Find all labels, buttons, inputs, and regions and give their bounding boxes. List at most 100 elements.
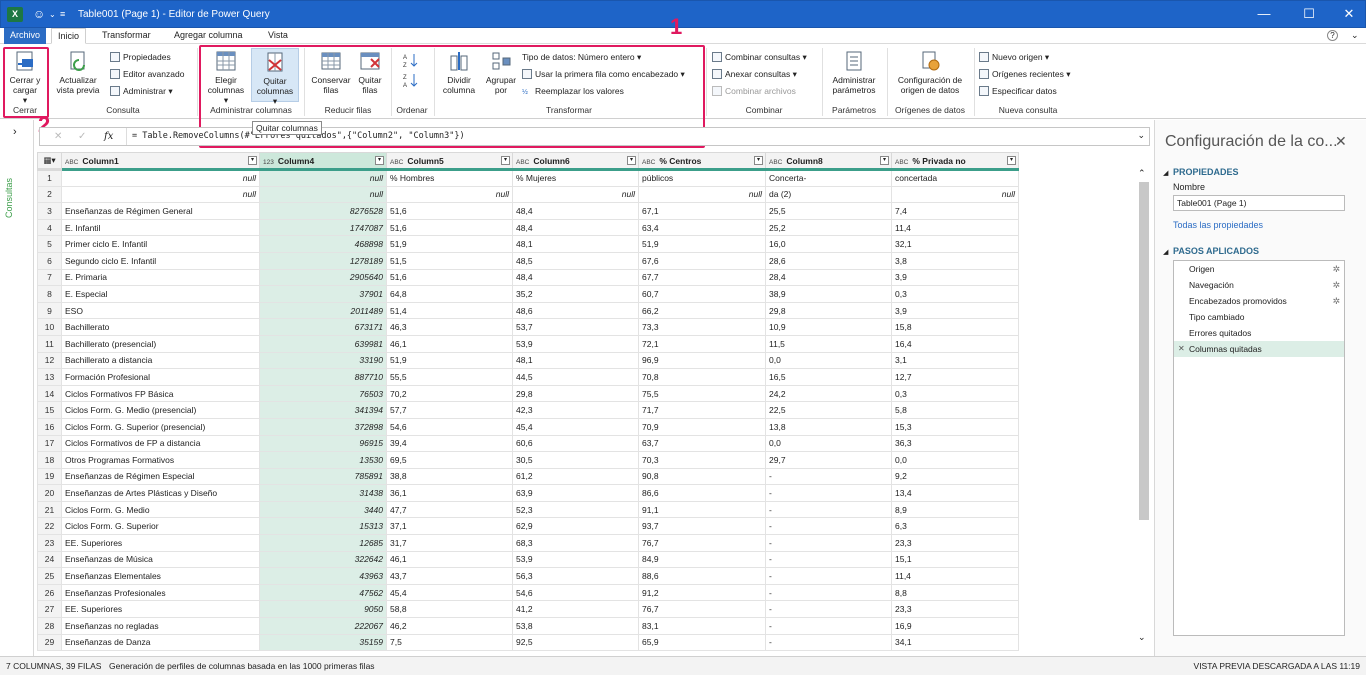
row-number[interactable]: 25	[37, 567, 62, 585]
row-number[interactable]: 19	[37, 467, 62, 486]
table-cell[interactable]: 16,9	[891, 617, 1019, 635]
table-cell[interactable]: 38,9	[765, 285, 892, 303]
table-cell[interactable]: 51,4	[386, 301, 513, 320]
name-input[interactable]: Table001 (Page 1)	[1173, 195, 1345, 211]
row-number[interactable]: 6	[37, 251, 62, 270]
table-cell[interactable]: 64,8	[386, 285, 513, 303]
row-number[interactable]: 16	[37, 417, 62, 436]
new-source-button[interactable]: Nuevo origen ▾	[979, 51, 1049, 63]
tab-inicio[interactable]: Inicio	[51, 28, 87, 44]
table-cell[interactable]: Ciclos Form. G. Medio	[61, 500, 260, 519]
table-cell[interactable]: 54,6	[512, 583, 639, 602]
row-number[interactable]: 1	[37, 169, 62, 187]
table-cell[interactable]: 47,7	[386, 500, 513, 519]
table-cell[interactable]: E. Especial	[61, 285, 260, 303]
table-cell[interactable]: 15313	[259, 517, 387, 536]
table-cell[interactable]: -	[765, 567, 892, 585]
table-cell[interactable]: EE. Superiores	[61, 534, 260, 552]
table-cell[interactable]: null	[891, 185, 1019, 204]
table-cell[interactable]: 322642	[259, 550, 387, 569]
sort-ascending-button[interactable]: AZ	[402, 52, 420, 70]
table-cell[interactable]: -	[765, 550, 892, 569]
table-cell[interactable]: 10,9	[765, 318, 892, 336]
table-cell[interactable]: -	[765, 517, 892, 536]
table-cell[interactable]: Enseñanzas de Régimen General	[61, 202, 260, 220]
table-cell[interactable]: 222067	[259, 617, 387, 635]
row-number[interactable]: 26	[37, 583, 62, 602]
table-cell[interactable]: 35,2	[512, 285, 639, 303]
properties-button[interactable]: Propiedades	[110, 51, 171, 63]
table-cell[interactable]: 3440	[259, 500, 387, 519]
append-queries-button[interactable]: Anexar consultas ▾	[712, 68, 797, 80]
smiley-feedback-icon[interactable]: ☺	[33, 6, 45, 23]
table-cell[interactable]: 29,8	[512, 384, 639, 403]
table-cell[interactable]: 7,4	[891, 202, 1019, 220]
row-number[interactable]: 10	[37, 318, 62, 336]
table-cell[interactable]: Enseñanzas de Música	[61, 550, 260, 569]
table-cell[interactable]: 38,8	[386, 467, 513, 486]
replace-values-button[interactable]: ½ Reemplazar los valores	[522, 85, 624, 99]
scrollbar-thumb[interactable]	[1139, 182, 1149, 520]
row-number[interactable]: 3	[37, 202, 62, 220]
table-cell[interactable]: 0,0	[891, 451, 1019, 469]
tab-archivo[interactable]: Archivo	[4, 28, 47, 44]
column-type-icon[interactable]: ABC	[65, 159, 78, 166]
table-cell[interactable]: Formación Profesional	[61, 368, 260, 386]
column-filter-icon[interactable]: ▾	[880, 156, 889, 165]
column-header-5[interactable]: ABC % Centros ▾	[638, 152, 766, 171]
table-cell[interactable]: 93,7	[638, 517, 766, 536]
column-filter-icon[interactable]: ▾	[627, 156, 636, 165]
tab-transformar[interactable]: Transformar	[96, 28, 157, 44]
table-cell[interactable]: 28,4	[765, 268, 892, 287]
table-cell[interactable]: 39,4	[386, 434, 513, 453]
table-cell[interactable]: E. Infantil	[61, 218, 260, 237]
table-cell[interactable]: 72,1	[638, 334, 766, 353]
table-cell[interactable]: 11,4	[891, 567, 1019, 585]
table-cell[interactable]: 16,0	[765, 235, 892, 253]
table-cell[interactable]: -	[765, 534, 892, 552]
table-cell[interactable]: 31438	[259, 484, 387, 502]
table-cell[interactable]: 51,9	[386, 235, 513, 253]
table-cell[interactable]: 48,1	[512, 351, 639, 370]
delete-step-icon[interactable]: ✕	[1178, 341, 1185, 357]
table-cell[interactable]: Enseñanzas de Artes Plásticas y Diseño	[61, 484, 260, 502]
table-cell[interactable]: 1278189	[259, 251, 387, 270]
row-number[interactable]: 5	[37, 235, 62, 253]
step-settings-gear-icon[interactable]: ✲	[1332, 277, 1340, 293]
scroll-down-icon[interactable]: ⌄	[1138, 632, 1146, 643]
column-header-1[interactable]: ABC Column1 ▾	[61, 152, 260, 171]
table-cell[interactable]: 48,1	[512, 235, 639, 253]
table-cell[interactable]: 639981	[259, 334, 387, 353]
steps-collapse-icon[interactable]: ◢	[1163, 248, 1168, 256]
table-cell[interactable]: Ciclos Formativos de FP a distancia	[61, 434, 260, 453]
row-number[interactable]: 29	[37, 633, 62, 652]
table-cell[interactable]: 41,2	[512, 600, 639, 619]
table-cell[interactable]: 36,1	[386, 484, 513, 502]
refresh-preview-button[interactable]: Actualizar vista previa	[52, 50, 104, 95]
table-cell[interactable]: 15,3	[891, 417, 1019, 436]
table-cell[interactable]: -	[765, 617, 892, 635]
remove-rows-button[interactable]: Quitar filas	[354, 50, 386, 95]
table-cell[interactable]: 35159	[259, 633, 387, 652]
advanced-editor-button[interactable]: Editor avanzado	[110, 68, 184, 80]
table-cell[interactable]: Enseñanzas no regladas	[61, 617, 260, 635]
table-cell[interactable]: 8,8	[891, 583, 1019, 602]
table-cell[interactable]: 70,9	[638, 417, 766, 436]
table-cell[interactable]: 46,1	[386, 550, 513, 569]
column-type-icon[interactable]: ABC	[516, 159, 529, 166]
table-cell[interactable]: 32,1	[891, 235, 1019, 253]
table-cell[interactable]: 61,2	[512, 467, 639, 486]
close-button[interactable]: ✕	[1334, 5, 1364, 23]
row-number[interactable]: 20	[37, 484, 62, 502]
combine-files-button[interactable]: Combinar archivos	[712, 85, 796, 97]
table-cell[interactable]: 96915	[259, 434, 387, 453]
row-number[interactable]: 12	[37, 351, 62, 370]
table-cell[interactable]: 68,3	[512, 534, 639, 552]
table-cell[interactable]: null	[638, 185, 766, 204]
table-cell[interactable]: 45,4	[386, 583, 513, 602]
column-header-4[interactable]: ABC Column6 ▾	[512, 152, 639, 171]
table-cell[interactable]: 43,7	[386, 567, 513, 585]
table-cell[interactable]: 46,2	[386, 617, 513, 635]
table-cell[interactable]: 2011489	[259, 301, 387, 320]
column-type-icon[interactable]: ABC	[895, 159, 908, 166]
